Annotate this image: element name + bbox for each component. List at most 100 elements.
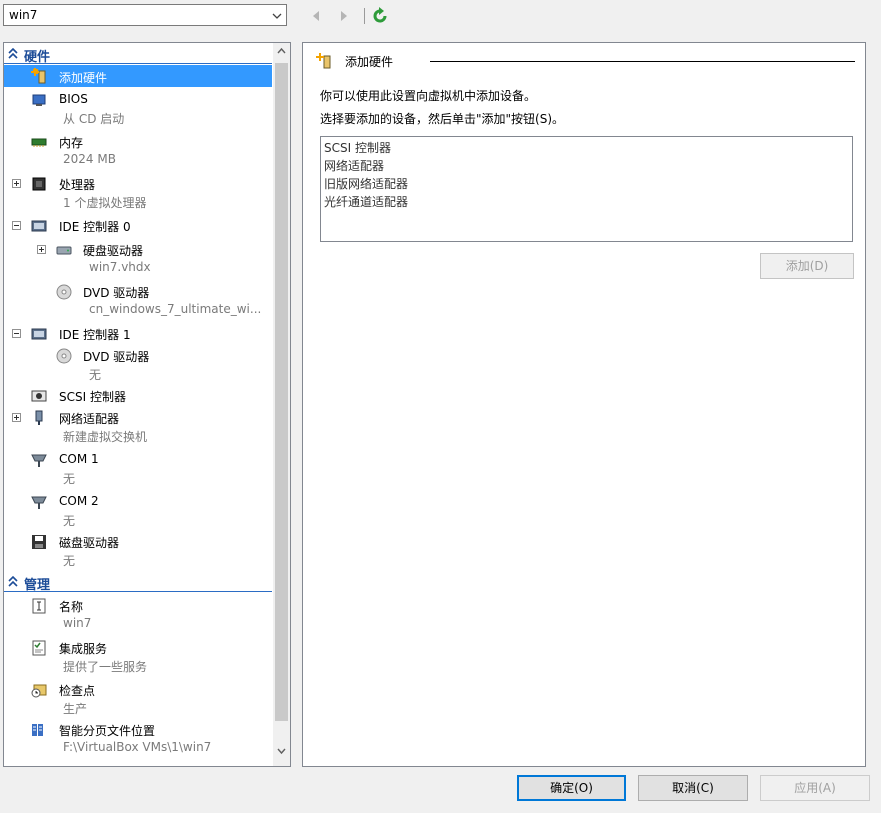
bios-chip-icon <box>32 94 46 106</box>
tree-item-subtitle: 新建虚拟交换机 <box>63 430 148 444</box>
title-divider <box>430 61 855 62</box>
tree-item-com2[interactable]: COM 2 无 <box>4 491 272 531</box>
pane-instruction: 选择要添加的设备，然后单击"添加"按钮(S)。 <box>320 112 565 126</box>
tree-item-subtitle: cn_windows_7_ultimate_wi... <box>89 302 262 316</box>
tree-item-title: DVD 驱动器 <box>83 350 150 364</box>
tree-item-integration-services[interactable]: 集成服务 提供了一些服务 <box>4 637 272 677</box>
scroll-up-arrow-icon[interactable] <box>277 47 286 56</box>
tree-item-title: COM 1 <box>59 452 99 466</box>
pane-title: 添加硬件 <box>345 55 394 69</box>
tree-item-hard-drive[interactable]: 硬盘驱动器 win7.vhdx <box>4 239 272 279</box>
smart-paging-icon <box>32 724 43 736</box>
tree-item-bios[interactable]: BIOS 从 CD 启动 <box>4 89 272 129</box>
expand-plus-icon[interactable] <box>37 245 46 254</box>
tree-item-subtitle: 1 个虚拟处理器 <box>63 196 147 210</box>
tree-item-subtitle: 无 <box>63 514 76 528</box>
collapse-minus-icon[interactable] <box>12 221 21 230</box>
integration-services-icon <box>32 640 46 656</box>
device-option[interactable]: SCSI 控制器 <box>324 139 391 156</box>
tree-item-subtitle: win7 <box>63 616 92 630</box>
com-port-icon <box>31 496 47 509</box>
section-management-label: 管理 <box>24 578 51 593</box>
vm-selector-value: win7 <box>9 8 38 22</box>
tree-item-subtitle: 无 <box>63 554 76 568</box>
detail-pane: 添加硬件 你可以使用此设置向虚拟机中添加设备。 选择要添加的设备，然后单击"添加… <box>302 42 866 767</box>
section-hardware[interactable]: 硬件 <box>4 45 272 65</box>
tree-item-subtitle: 生产 <box>63 702 88 716</box>
dvd-disc-icon <box>56 284 72 300</box>
tree-item-title: 名称 <box>59 600 84 614</box>
back-arrow-icon[interactable] <box>310 9 322 23</box>
collapse-chevrons-icon <box>8 576 18 587</box>
section-hardware-label: 硬件 <box>24 50 51 65</box>
tree-item-processor[interactable]: 处理器 1 个虚拟处理器 <box>4 173 272 213</box>
tree-item-ide-controller-0[interactable]: IDE 控制器 0 <box>4 215 272 237</box>
tree-item-smart-paging-location[interactable]: 智能分页文件位置 F:\VirtualBox VMs\1\win7 <box>4 719 272 759</box>
tree-item-com1[interactable]: COM 1 无 <box>4 449 272 489</box>
name-field-icon <box>32 598 46 614</box>
expand-plus-icon[interactable] <box>12 413 21 422</box>
com-port-icon <box>31 454 47 467</box>
processor-icon <box>32 177 46 191</box>
ide-controller-icon <box>31 220 47 232</box>
scroll-down-arrow-icon[interactable] <box>277 746 286 755</box>
apply-button[interactable]: 应用(A) <box>760 775 870 801</box>
scsi-controller-icon <box>31 390 47 402</box>
network-adapter-icon <box>35 410 43 425</box>
add-hardware-icon <box>316 53 331 69</box>
tree-item-title: 智能分页文件位置 <box>59 724 156 738</box>
pane-description: 你可以使用此设置向虚拟机中添加设备。 <box>320 89 537 103</box>
forward-arrow-icon[interactable] <box>338 9 350 23</box>
checkpoint-icon <box>31 684 47 698</box>
tree-item-subtitle: 无 <box>89 368 102 382</box>
tree-item-dvd-drive-0[interactable]: DVD 驱动器 cn_windows_7_ultimate_wi... <box>4 281 272 321</box>
section-management[interactable]: 管理 <box>4 573 272 593</box>
tree-item-ide-controller-1[interactable]: IDE 控制器 1 <box>4 323 272 345</box>
tree-item-subtitle: win7.vhdx <box>89 260 151 274</box>
floppy-disk-icon <box>32 535 46 549</box>
settings-tree[interactable]: 硬件 添加硬件 BIOS 从 CD 启动 内存 2024 MB 处理器 1 个虚… <box>3 42 291 767</box>
tree-item-title: 添加硬件 <box>59 71 108 85</box>
tree-item-title: 集成服务 <box>59 642 108 656</box>
tree-item-title: BIOS <box>59 92 88 106</box>
add-button[interactable]: 添加(D) <box>760 253 854 279</box>
tree-item-diskette-drive[interactable]: 磁盘驱动器 无 <box>4 531 272 571</box>
tree-item-title: 检查点 <box>59 684 96 698</box>
refresh-icon[interactable] <box>371 7 389 25</box>
tree-item-title: IDE 控制器 1 <box>59 328 131 342</box>
vm-selector-dropdown[interactable]: win7 <box>3 4 287 26</box>
toolbar-divider <box>364 8 365 24</box>
device-option[interactable]: 网络适配器 <box>324 157 384 174</box>
device-option[interactable]: 旧版网络适配器 <box>324 175 408 192</box>
tree-item-memory[interactable]: 内存 2024 MB <box>4 131 272 171</box>
ok-button[interactable]: 确定(O) <box>517 775 626 801</box>
tree-item-subtitle: 2024 MB <box>63 152 116 166</box>
expand-plus-icon[interactable] <box>12 179 21 188</box>
ide-controller-icon <box>31 328 47 340</box>
tree-item-subtitle: 从 CD 启动 <box>63 112 125 126</box>
cancel-button[interactable]: 取消(C) <box>638 775 748 801</box>
tree-item-scsi-controller[interactable]: SCSI 控制器 <box>4 385 272 407</box>
tree-item-title: 磁盘驱动器 <box>59 536 120 550</box>
tree-scrollbar-thumb[interactable] <box>275 63 288 721</box>
tree-item-subtitle: F:\VirtualBox VMs\1\win7 <box>63 740 212 754</box>
tree-item-dvd-drive-1[interactable]: DVD 驱动器 无 <box>4 345 272 385</box>
tree-item-title: 处理器 <box>59 178 96 192</box>
hard-drive-icon <box>56 246 72 255</box>
dvd-disc-icon <box>56 348 72 364</box>
collapse-chevrons-icon <box>8 48 18 59</box>
tree-item-title: 硬盘驱动器 <box>83 244 144 258</box>
tree-item-add-hardware[interactable]: 添加硬件 <box>4 65 272 87</box>
tree-item-subtitle: 无 <box>63 472 76 486</box>
device-option[interactable]: 光纤通道适配器 <box>324 193 408 210</box>
tree-item-checkpoints[interactable]: 检查点 生产 <box>4 679 272 719</box>
tree-item-name[interactable]: 名称 win7 <box>4 595 272 635</box>
tree-item-title: DVD 驱动器 <box>83 286 150 300</box>
tree-scrollbar[interactable] <box>273 43 290 766</box>
collapse-minus-icon[interactable] <box>12 329 21 338</box>
add-hardware-icon <box>31 68 46 84</box>
tree-item-network-adapter[interactable]: 网络适配器 新建虚拟交换机 <box>4 407 272 447</box>
tree-item-title: COM 2 <box>59 494 99 508</box>
device-listbox[interactable]: SCSI 控制器 网络适配器 旧版网络适配器 光纤通道适配器 <box>320 136 853 242</box>
tree-item-title: SCSI 控制器 <box>59 390 126 404</box>
